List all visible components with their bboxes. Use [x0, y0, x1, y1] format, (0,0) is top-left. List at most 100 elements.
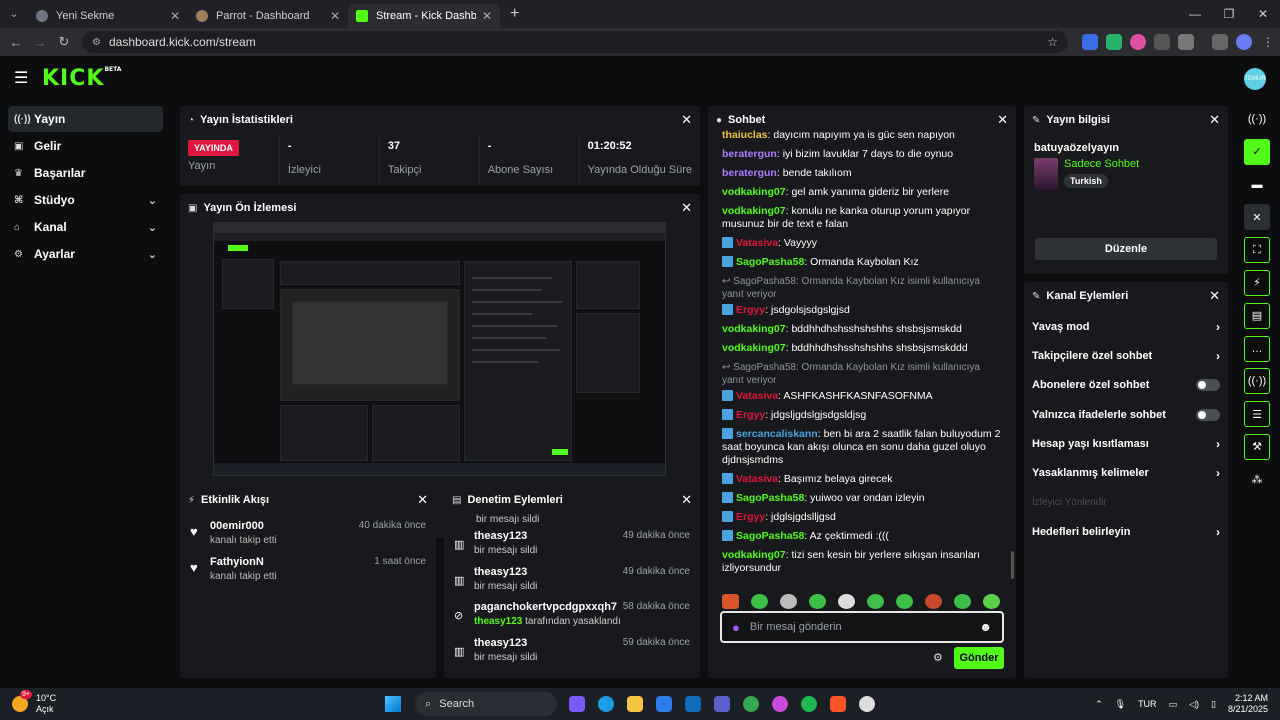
moderator-name[interactable]: theasy123: [474, 616, 522, 627]
chat-message[interactable]: SagoPasha58: yuiwoo var ondan izleyin: [708, 489, 1016, 508]
file-explorer-icon[interactable]: [627, 696, 644, 712]
tab-search-button[interactable]: ⌄: [0, 0, 28, 28]
chat-message[interactable]: Ergyy: jdglsjgdslljgsd: [708, 508, 1016, 527]
chat-message[interactable]: beratergun: iyi bizim lavuklar 7 days to…: [708, 145, 1016, 164]
list-icon[interactable]: ☰: [1244, 401, 1270, 428]
emote-icon[interactable]: [867, 594, 884, 609]
emoji-icon[interactable]: ☻: [979, 620, 992, 634]
close-icon[interactable]: ✕: [1209, 112, 1220, 128]
check-icon[interactable]: ✓: [1244, 138, 1270, 165]
send-button[interactable]: Gönder: [954, 647, 1004, 669]
chat-username[interactable]: SagoPasha58: [736, 530, 804, 542]
forward-icon[interactable]: →: [28, 35, 52, 50]
chat-username[interactable]: vodkaking07: [722, 342, 786, 354]
fullscreen-icon[interactable]: ⛶: [1244, 237, 1270, 264]
close-icon[interactable]: ✕: [482, 9, 492, 23]
address-bar[interactable]: ⚙ dashboard.kick.com/stream ☆: [82, 31, 1068, 53]
channel-action-row[interactable]: Yavaş mod ›: [1024, 312, 1228, 341]
emote-icon[interactable]: [954, 594, 971, 609]
sidebar-item-studyo[interactable]: ⌘ Stüdyo ⌄: [8, 187, 163, 213]
category-title[interactable]: Sadece Sohbet: [1064, 158, 1139, 170]
chat-username[interactable]: Ergyy: [736, 409, 765, 421]
puzzle-icon[interactable]: [1178, 34, 1194, 50]
chat-message[interactable]: thaiuclas: dayıcım napıyım ya is güc sen…: [708, 126, 1016, 145]
new-tab-button[interactable]: +: [510, 5, 519, 23]
chat-message[interactable]: Ergyy: jdgsljgdslgjsdgsldjsg: [708, 406, 1016, 425]
sidebar-item-basarilar[interactable]: ♛ Başarılar: [8, 160, 163, 186]
chat-username[interactable]: vodkaking07: [722, 205, 786, 217]
site-info-icon[interactable]: ⚙: [92, 37, 101, 48]
close-icon[interactable]: ✕: [417, 492, 428, 508]
opera-icon[interactable]: [772, 696, 789, 712]
emote-icon[interactable]: [838, 594, 855, 609]
edge-icon[interactable]: [598, 696, 615, 712]
chat-username[interactable]: beratergun: [722, 167, 777, 179]
chat-message[interactable]: sercancaliskann: ben bi ara 2 saatlik fa…: [708, 425, 1016, 470]
chat-username[interactable]: Vatasiva: [736, 237, 778, 249]
close-icon[interactable]: ✕: [681, 200, 692, 216]
close-icon[interactable]: ✕: [170, 9, 180, 23]
chat-message[interactable]: vodkaking07: bddhhdhshsshshshhs shsbsjsm…: [708, 339, 1016, 358]
emote-icon[interactable]: [751, 594, 768, 609]
document-icon[interactable]: ▤: [1244, 302, 1270, 329]
wrench-icon[interactable]: ⚒: [1244, 433, 1270, 460]
emote-icon[interactable]: [722, 594, 739, 609]
chat-message[interactable]: Vatasiva: Başımız belaya girecek: [708, 470, 1016, 489]
chat-username[interactable]: SagoPasha58: [736, 256, 804, 268]
chat-username[interactable]: vodkaking07: [722, 186, 786, 198]
chat-settings-gear-icon[interactable]: ⚙: [933, 651, 943, 664]
window-close-button[interactable]: ✕: [1246, 0, 1280, 28]
copilot-icon[interactable]: [569, 696, 586, 712]
chat-username[interactable]: thaiuclas: [722, 129, 768, 141]
channel-action-row[interactable]: Abonelere özel sohbet: [1024, 371, 1228, 400]
sidebar-item-ayarlar[interactable]: ⚙ Ayarlar ⌄: [8, 241, 163, 267]
bookmark-star-icon[interactable]: ☆: [1047, 35, 1058, 49]
chat-username[interactable]: Ergyy: [736, 304, 765, 316]
sidebar-item-yayin[interactable]: ((·)) Yayın: [8, 106, 163, 132]
emote-icon[interactable]: [780, 594, 797, 609]
weather-widget[interactable]: 9+ 10°C Açık: [0, 690, 56, 715]
battery-icon[interactable]: ▯: [1211, 699, 1216, 710]
chat-input[interactable]: [749, 621, 980, 633]
mod-user[interactable]: theasy123: [474, 637, 537, 649]
chat-message[interactable]: Ergyy: jsdgolsjsdgslgjsd: [708, 301, 1016, 320]
chat-username[interactable]: Vatasiva: [736, 473, 778, 485]
chat-message[interactable]: vodkaking07: tizi sen kesin bir yerlere …: [708, 546, 1016, 578]
tab-parrot[interactable]: Parrot - Dashboard ✕: [188, 4, 348, 28]
extension-icon[interactable]: [1154, 34, 1170, 50]
emote-icon[interactable]: [896, 594, 913, 609]
outlook-icon[interactable]: [685, 696, 702, 712]
mod-user[interactable]: paganchokertvpcdgpxxqh7: [474, 601, 621, 613]
close-icon[interactable]: ✕: [1209, 288, 1220, 304]
taskbar-search[interactable]: ⌕ Search: [415, 692, 558, 716]
event-user[interactable]: FathyionN: [210, 556, 277, 568]
chat-username[interactable]: sercancaliskann: [736, 428, 818, 440]
chat-username[interactable]: Ergyy: [736, 511, 765, 523]
microphone-icon[interactable]: 🎙: [1115, 699, 1126, 710]
app-icon[interactable]: [859, 696, 876, 712]
clock[interactable]: 2:12 AM 8/21/2025: [1228, 693, 1268, 715]
reading-list-icon[interactable]: [1212, 34, 1228, 50]
toggle-switch[interactable]: [1196, 408, 1220, 421]
network-icon[interactable]: ▭: [1169, 699, 1178, 710]
chat-bubble-icon[interactable]: …: [1244, 335, 1270, 362]
channel-action-row[interactable]: Hedefleri belirleyin ›: [1024, 517, 1228, 546]
chat-username[interactable]: Vatasiva: [736, 390, 778, 402]
profile-icon[interactable]: [1236, 34, 1252, 50]
emote-icon[interactable]: [983, 594, 1000, 609]
chat-message[interactable]: beratergun: bende takılıom: [708, 164, 1016, 183]
toggle-switch[interactable]: [1196, 379, 1220, 392]
broadcast-icon[interactable]: ((·)): [1244, 368, 1270, 395]
teams-icon[interactable]: [714, 696, 731, 712]
sidebar-item-kanal[interactable]: ⌂ Kanal ⌄: [8, 214, 163, 240]
sidebar-item-gelir[interactable]: ▣ Gelir: [8, 133, 163, 159]
mod-user[interactable]: theasy123: [474, 530, 537, 542]
reload-icon[interactable]: ↻: [52, 34, 76, 50]
chat-messages[interactable]: thaiuclas: dayıcım napıyım ya is güc sen…: [708, 126, 1016, 578]
extension-icon[interactable]: [1130, 34, 1146, 50]
emote-icon[interactable]: [925, 594, 942, 609]
chat-message[interactable]: Vatasiva: ASHFKASHFKASNFASOFNMA: [708, 387, 1016, 406]
lightning-icon[interactable]: ⚡: [1244, 269, 1270, 296]
volume-icon[interactable]: ◁): [1189, 699, 1199, 710]
spotify-icon[interactable]: [801, 696, 818, 712]
